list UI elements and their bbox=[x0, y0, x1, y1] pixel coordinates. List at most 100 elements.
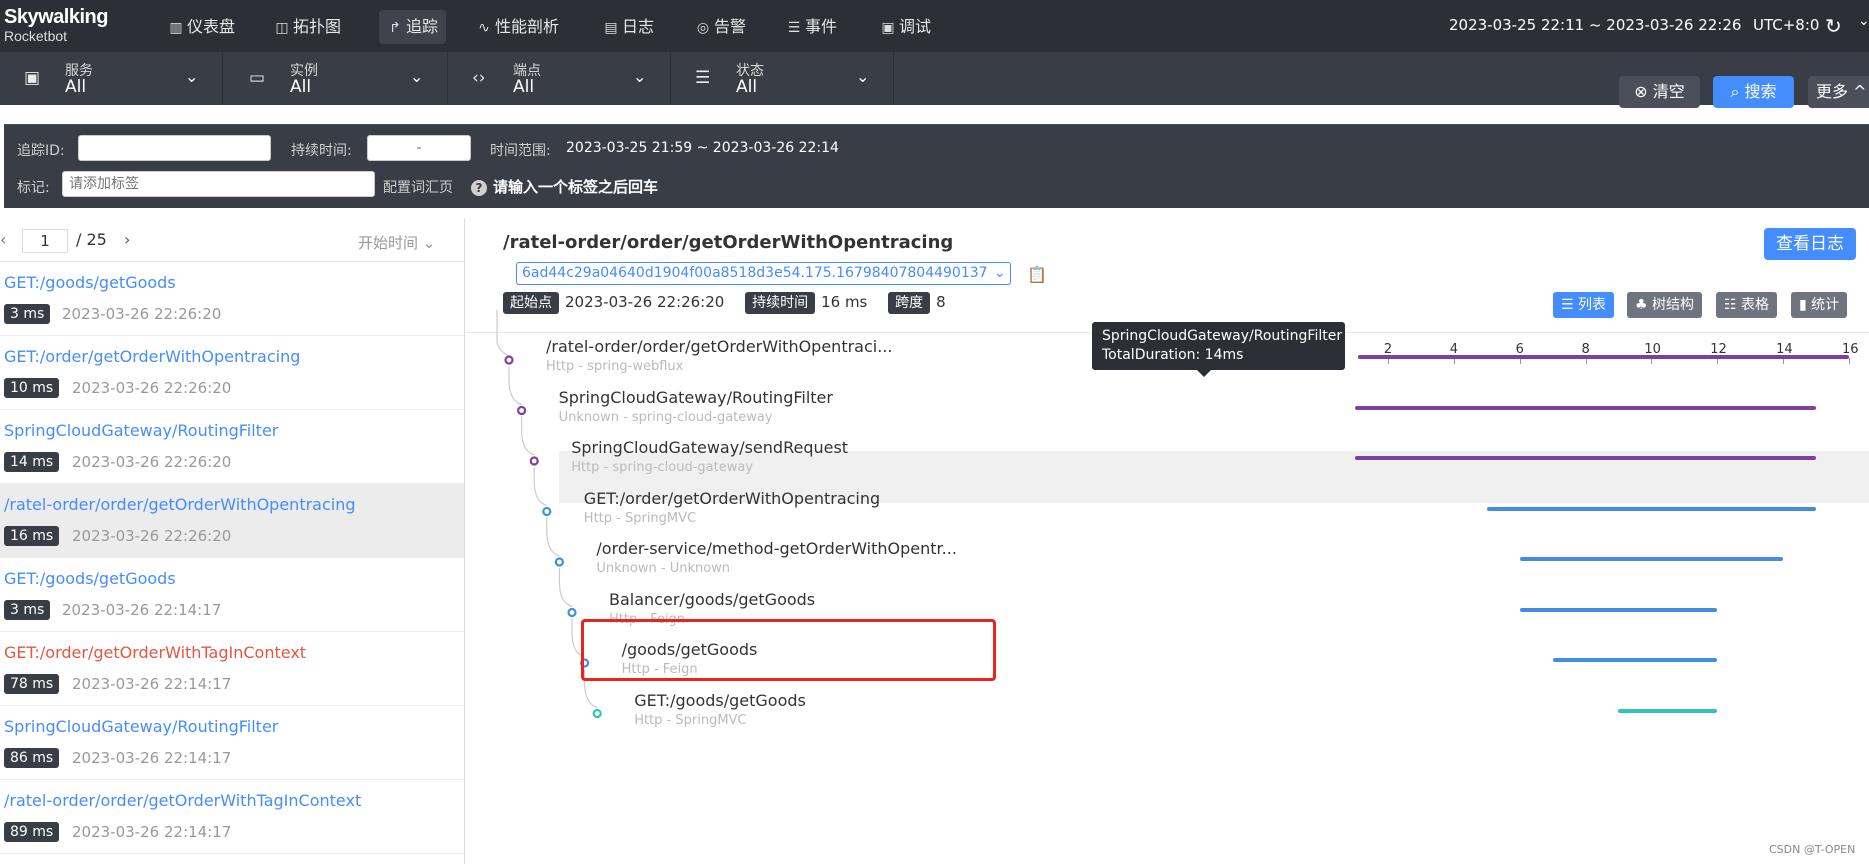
trace-list-panel: ‹ 1 / 25 › 开始时间 ⌄ GET:/goods/getGoods 3 m… bbox=[0, 218, 465, 864]
duration-input[interactable] bbox=[367, 135, 471, 161]
highlight-annotation-box bbox=[581, 619, 996, 681]
nav-item[interactable]: ◎ 告警 bbox=[687, 10, 754, 44]
global-date-range[interactable]: 2023-03-25 22:11 ~ 2023-03-26 22:26 bbox=[1449, 16, 1741, 34]
nav-item-label: 性能剖析 bbox=[495, 17, 560, 36]
page-input[interactable]: 1 bbox=[22, 229, 68, 253]
chevron-down-icon[interactable]: ⌄ bbox=[1858, 13, 1869, 29]
span-name: /order-service/method-getOrderWithOpentr… bbox=[596, 539, 957, 558]
trace-icon: ↱ bbox=[389, 20, 401, 36]
span-duration-bar[interactable] bbox=[1354, 405, 1817, 410]
page-total: / 25 bbox=[76, 230, 107, 249]
span-type: Unknown - spring-cloud-gateway bbox=[558, 409, 773, 425]
config-vocabulary-link[interactable]: 配置词汇页 bbox=[383, 177, 453, 197]
trace-name: GET:/order/getOrderWithTagInContext bbox=[4, 643, 307, 662]
trace-name: GET:/order/getOrderWithOpentracing bbox=[4, 347, 301, 366]
span-duration-bar[interactable] bbox=[1486, 506, 1817, 511]
skywalking-logo[interactable]: Skywalking Rocketbot bbox=[4, 6, 108, 44]
trace-start-time: 2023-03-26 22:26:20 bbox=[62, 305, 222, 323]
endpoint-select-value: All bbox=[513, 77, 535, 97]
span-name: Balancer/goods/getGoods bbox=[609, 589, 816, 609]
tags-input[interactable] bbox=[62, 171, 375, 197]
span-name: /ratel-order/order/getOrderWithOpentraci… bbox=[546, 337, 893, 356]
debug-icon: ▣ bbox=[881, 20, 895, 36]
nav-item-label: 日志 bbox=[622, 17, 655, 36]
logo-subtitle: Rocketbot bbox=[4, 28, 68, 44]
span-duration-bar[interactable] bbox=[1354, 456, 1817, 460]
trace-id-label: 追踪ID: bbox=[17, 143, 65, 159]
trace-start-time: 2023-03-26 22:14:17 bbox=[62, 601, 222, 619]
nav-item-label: 追踪 bbox=[406, 17, 439, 36]
timezone-label[interactable]: UTC+8:0 bbox=[1753, 16, 1819, 34]
trace-list-item[interactable]: GET:/order/getOrderWithOpentracing 10 ms 2… bbox=[0, 336, 464, 410]
trace-name: SpringCloudGateway/RoutingFilter bbox=[4, 421, 279, 440]
more-button[interactable]: 更多 ^ bbox=[1808, 76, 1869, 108]
trace-list-item[interactable]: GET:/order/getOrderWithTagInContext 78 ms… bbox=[0, 632, 464, 706]
instance-select[interactable]: ▭ 实例 All ⌄ bbox=[225, 52, 448, 105]
nav-item[interactable]: ☰ 事件 bbox=[778, 10, 845, 44]
trace-duration-badge: 14 ms bbox=[4, 452, 60, 472]
filter-bar: ▣ 服务 All ⌄ ▭ 实例 All ⌄ ‹› 端点 All ⌄ ☰ 状态 A… bbox=[0, 52, 1869, 105]
sort-select-label: 开始时间 bbox=[358, 234, 419, 252]
span-row[interactable]: /order-service/method-getOrderWithOpentr… bbox=[596, 539, 957, 579]
nav-item[interactable]: ◫ 拓扑图 bbox=[266, 10, 349, 44]
instance-icon: ▭ bbox=[249, 68, 266, 88]
chevron-down-icon: ⌄ bbox=[410, 67, 424, 86]
trace-detail-panel: /ratel-order/order/getOrderWithOpentraci… bbox=[466, 218, 1869, 864]
profile-icon: ∿ bbox=[478, 20, 490, 36]
clear-button[interactable]: ⊗ 清空 bbox=[1619, 76, 1700, 108]
service-icon: ▣ bbox=[24, 68, 41, 88]
span-type: Http - spring-webflux bbox=[546, 359, 684, 374]
tooltip-duration: TotalDuration: 14ms bbox=[1102, 347, 1244, 363]
time-range-value[interactable]: 2023-03-25 21:59 ~ 2023-03-26 22:14 bbox=[566, 140, 839, 156]
service-select[interactable]: ▣ 服务 All ⌄ bbox=[0, 52, 223, 105]
trace-name: SpringCloudGateway/RoutingFilter bbox=[4, 717, 279, 736]
span-duration-bar[interactable] bbox=[1519, 607, 1718, 612]
nav-item[interactable]: ↱ 追踪 bbox=[379, 10, 447, 44]
span-row[interactable]: GET:/goods/getGoods Http - SpringMVC bbox=[634, 691, 806, 731]
span-row[interactable]: SpringCloudGateway/RoutingFilter Unknown … bbox=[559, 388, 833, 428]
status-select[interactable]: ☰ 状态 All ⌄ bbox=[671, 52, 894, 105]
nav-item-label: 事件 bbox=[805, 17, 838, 36]
span-row[interactable]: GET:/order/getOrderWithOpentracing Http -… bbox=[584, 489, 880, 529]
nav-item[interactable]: ▥ 仪表盘 bbox=[160, 10, 243, 44]
next-page-icon[interactable]: › bbox=[124, 230, 130, 249]
trace-list-item[interactable]: GET:/goods/getGoods 3 ms 2023-03-26 22:14:… bbox=[0, 558, 464, 632]
nav-item[interactable]: ▣ 调试 bbox=[872, 10, 939, 44]
span-type: Http - SpringMVC bbox=[634, 712, 747, 728]
topology-icon: ◫ bbox=[275, 20, 289, 36]
endpoint-select[interactable]: ‹› 端点 All ⌄ bbox=[448, 52, 671, 105]
nav-item-label: 调试 bbox=[899, 17, 932, 36]
span-duration-bar[interactable] bbox=[1618, 708, 1718, 713]
trace-list-item[interactable]: GET:/goods/getGoods 3 ms 2023-03-26 22:26:… bbox=[0, 262, 464, 336]
span-node bbox=[592, 708, 602, 719]
span-type: Unknown - Unknown bbox=[596, 561, 731, 576]
span-duration-bar[interactable] bbox=[1552, 658, 1718, 662]
span-name: GET:/goods/getGoods bbox=[634, 690, 806, 710]
span-tooltip: SpringCloudGateway/RoutingFilter TotalDu… bbox=[1092, 322, 1345, 377]
span-duration-bar[interactable] bbox=[1358, 355, 1849, 359]
search-panel: 追踪ID: 持续时间: 时间范围: 2023-03-25 21:59 ~ 202… bbox=[4, 124, 1869, 208]
trace-id-input[interactable] bbox=[78, 135, 271, 161]
span-row[interactable]: /ratel-order/order/getOrderWithOpentraci… bbox=[546, 337, 892, 377]
trace-duration-badge: 3 ms bbox=[4, 304, 51, 324]
event-icon: ☰ bbox=[787, 20, 801, 36]
chevron-down-icon: ⌄ bbox=[185, 67, 199, 86]
trace-list-item[interactable]: SpringCloudGateway/RoutingFilter 14 ms 202… bbox=[0, 410, 464, 484]
chevron-down-icon: ⌄ bbox=[422, 234, 436, 252]
trace-list-item[interactable]: /ratel-order/order/getOrderWithTagInCont… bbox=[0, 780, 464, 854]
refresh-icon[interactable]: ↻ bbox=[1825, 14, 1842, 38]
trace-list-item[interactable]: /ratel-order/order/getOrderWithOpentraci… bbox=[0, 484, 464, 558]
span-duration-bar[interactable] bbox=[1519, 557, 1784, 561]
nav-item[interactable]: ▤ 日志 bbox=[595, 10, 662, 44]
nav-item[interactable]: ∿ 性能剖析 bbox=[468, 10, 567, 44]
trace-start-time: 2023-03-26 22:26:20 bbox=[72, 527, 232, 545]
span-type: Http - SpringMVC bbox=[583, 510, 697, 526]
prev-page-icon[interactable]: ‹ bbox=[0, 230, 6, 249]
trace-list-item[interactable]: SpringCloudGateway/RoutingFilter 86 ms 202… bbox=[0, 706, 464, 780]
search-button[interactable]: ⌕ 搜索 bbox=[1713, 76, 1794, 108]
status-select-value: All bbox=[736, 77, 758, 97]
nav-item-label: 拓扑图 bbox=[293, 17, 342, 36]
sort-select[interactable]: 开始时间 ⌄ bbox=[358, 232, 435, 253]
span-row[interactable]: SpringCloudGateway/sendRequest Http - spr… bbox=[571, 438, 848, 478]
top-navbar: Skywalking Rocketbot ▥ 仪表盘 ◫ 拓扑图 ↱ 追踪 ∿ 性能剖析 ▤ 日志… bbox=[0, 0, 1869, 52]
